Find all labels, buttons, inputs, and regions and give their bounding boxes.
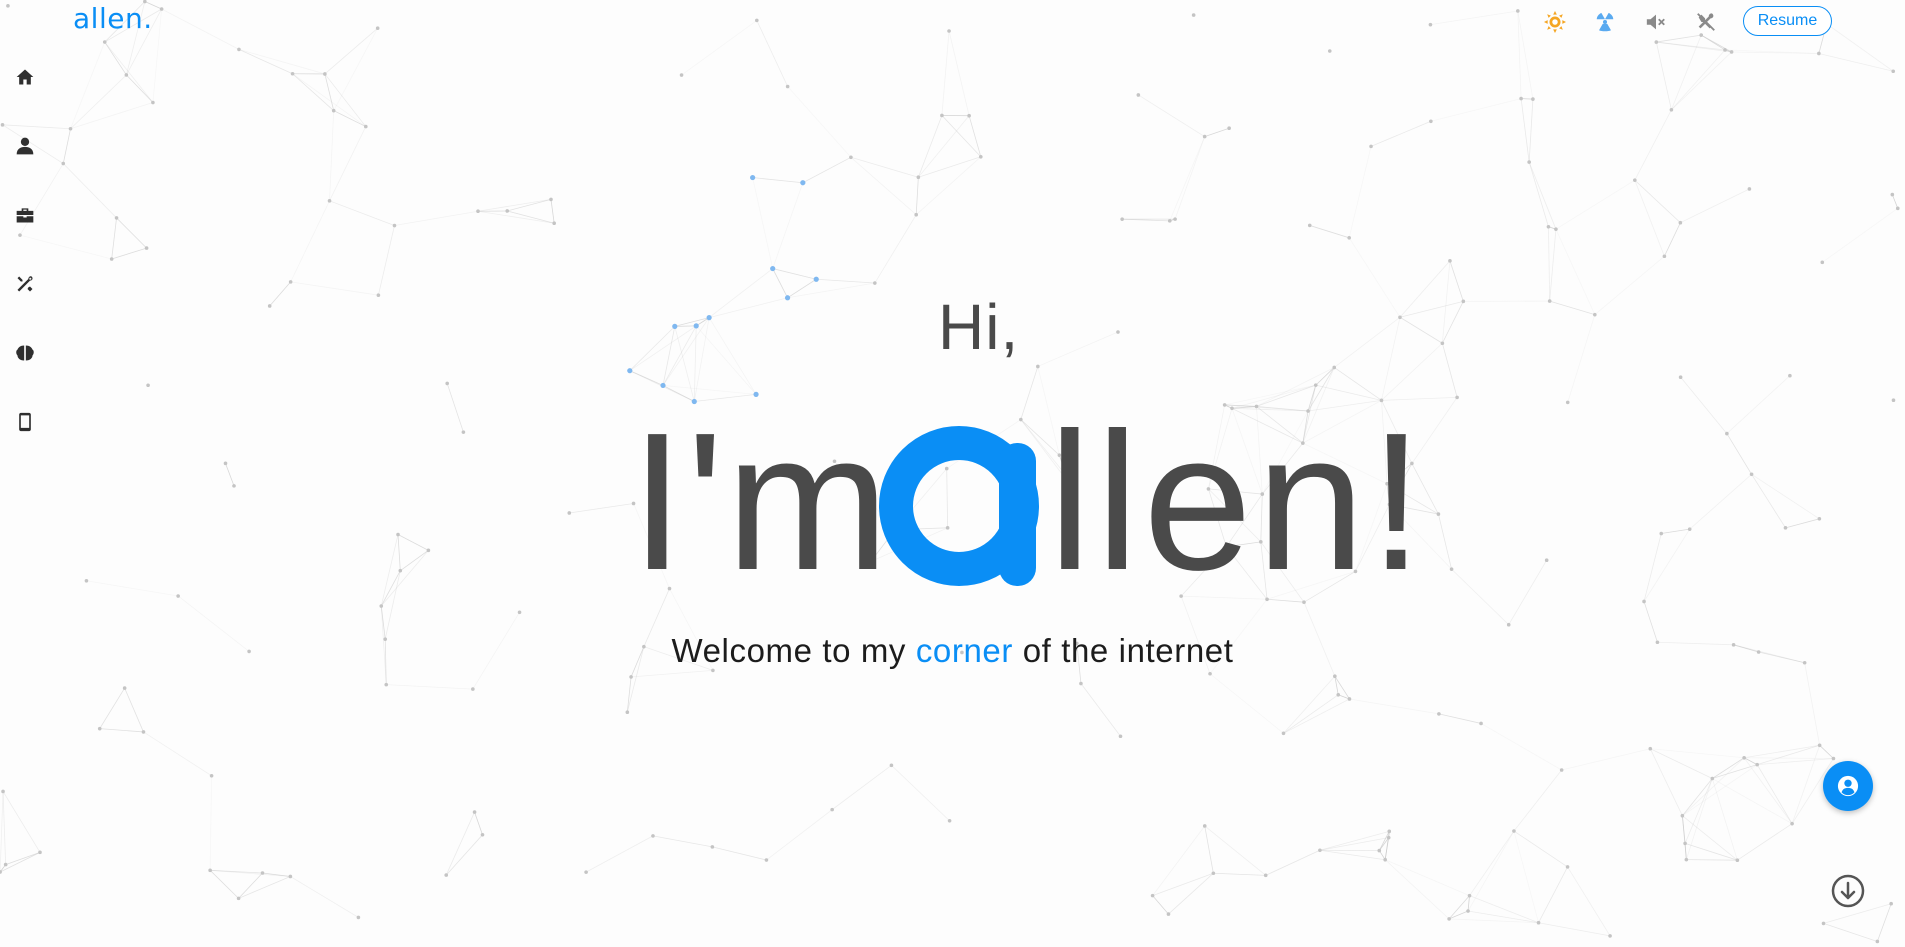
hero-name: I'm llen!	[630, 404, 1424, 600]
welcome-suffix: of the internet	[1012, 632, 1234, 669]
profile-fab-button[interactable]	[1823, 761, 1873, 811]
user-circle-icon	[1837, 775, 1859, 797]
page: allen. Resume Hi, I'm llen! Welcome to m…	[0, 0, 1905, 947]
welcome-accent: corner	[915, 632, 1013, 669]
hero-im-text: I'm	[630, 392, 892, 611]
hero-section: Hi, I'm llen! Welcome to my corner of th…	[0, 0, 1905, 947]
welcome-prefix: Welcome to my	[671, 632, 916, 669]
arrow-down-circle-icon	[1831, 874, 1865, 908]
hero-name-rest: llen!	[1048, 392, 1428, 611]
hero-greeting: Hi,	[938, 291, 1020, 363]
scroll-down-button[interactable]	[1831, 874, 1865, 908]
hero-welcome-text: Welcome to my corner of the internet	[0, 632, 1905, 670]
name-initial-logo-a	[879, 426, 1039, 586]
